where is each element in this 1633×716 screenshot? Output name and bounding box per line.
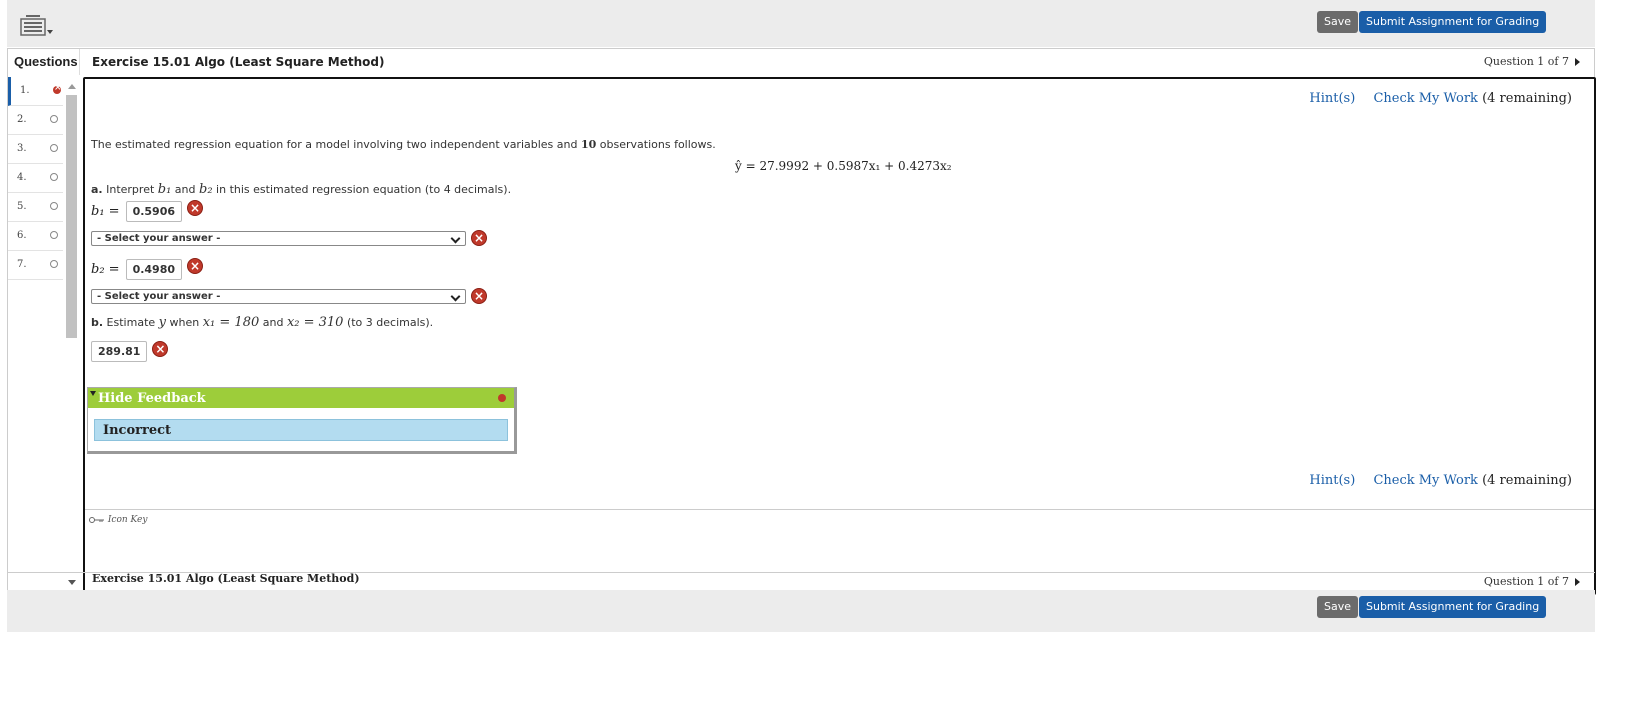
question-counter[interactable]: Question 1 of 7	[1484, 49, 1580, 75]
incorrect-icon: ×	[471, 288, 487, 304]
b2-interpretation-row: - Select your answer - ×	[91, 288, 487, 304]
key-icon	[89, 516, 104, 523]
b1-input[interactable]: 0.5906	[125, 201, 183, 222]
keyboard-icon[interactable]	[20, 13, 54, 39]
b1-row: b₁ = 0.5906 ×	[91, 199, 204, 222]
incorrect-icon: ×	[187, 199, 204, 216]
scroll-down-icon[interactable]	[68, 580, 76, 585]
part-b-input[interactable]: 289.81	[91, 341, 148, 362]
save-button[interactable]: Save	[1317, 11, 1359, 33]
scrollbar-thumb[interactable]	[66, 95, 77, 338]
check-my-work-link[interactable]: Check My Work	[1373, 91, 1478, 106]
b2-label: b₂ =	[91, 262, 120, 277]
incorrect-icon	[53, 83, 62, 94]
question-item-4[interactable]: 4.	[8, 164, 63, 193]
b2-row: b₂ = 0.4980 ×	[91, 257, 204, 280]
incorrect-icon: ×	[152, 340, 169, 357]
b1-interpretation-row: - Select your answer - ×	[91, 230, 487, 246]
footer-exercise-title: Exercise 15.01 Algo (Least Square Method…	[92, 572, 360, 585]
unanswered-icon	[50, 231, 58, 239]
unanswered-icon	[50, 115, 58, 123]
close-icon[interactable]	[498, 394, 506, 402]
feedback-toggle[interactable]: Hide Feedback	[88, 388, 514, 408]
scroll-up-icon[interactable]	[68, 84, 76, 89]
question-item-3[interactable]: 3.	[8, 135, 63, 164]
submit-button[interactable]: Submit Assignment for Grading	[1359, 596, 1547, 618]
top-toolbar: Save Submit Assignment for Grading	[7, 0, 1595, 47]
hints-link[interactable]: Hint(s)	[1309, 91, 1355, 106]
save-button[interactable]: Save	[1317, 596, 1359, 618]
remaining-count: (4 remaining)	[1482, 91, 1572, 106]
b2-interpretation-select[interactable]: - Select your answer -	[91, 288, 466, 304]
question-item-2[interactable]: 2.	[8, 106, 63, 135]
hints-link[interactable]: Hint(s)	[1309, 473, 1355, 488]
unanswered-icon	[50, 260, 58, 268]
b1-interpretation-select[interactable]: - Select your answer -	[91, 230, 466, 246]
chevron-down-icon	[450, 291, 461, 301]
hint-row-bottom: Hint(s) Check My Work (4 remaining)	[1295, 473, 1572, 488]
question-item-6[interactable]: 6.	[8, 222, 63, 251]
icon-key[interactable]: Icon Key	[89, 515, 147, 525]
exercise-title: Exercise 15.01 Algo (Least Square Method…	[92, 55, 385, 69]
question-stem: The estimated regression equation for a …	[91, 138, 716, 151]
chevron-down-icon	[450, 233, 461, 243]
next-arrow-icon[interactable]	[1575, 578, 1580, 586]
footer-question-counter-label: Question 1 of 7	[1483, 575, 1569, 588]
question-counter-label: Question 1 of 7	[1483, 55, 1569, 68]
unanswered-icon	[50, 173, 58, 181]
part-b-answer-row: 289.81 ×	[85, 340, 169, 362]
bottom-toolbar: Save Submit Assignment for Grading	[7, 590, 1595, 632]
feedback-result: Incorrect	[94, 419, 508, 441]
question-item-1[interactable]: 1.	[8, 77, 63, 106]
part-b-prompt: b. Estimate y when x₁ = 180 and x₂ = 310…	[91, 315, 434, 330]
footer-question-counter[interactable]: Question 1 of 7	[1484, 575, 1580, 588]
collapse-triangle-icon	[90, 391, 96, 396]
regression-equation: ŷ = 27.9992 + 0.5987x₁ + 0.4273x₂	[735, 159, 952, 173]
incorrect-icon: ×	[187, 257, 204, 274]
question-item-5[interactable]: 5.	[8, 193, 63, 222]
b2-input[interactable]: 0.4980	[125, 259, 183, 280]
hint-row-top: Hint(s) Check My Work (4 remaining)	[1295, 91, 1572, 106]
check-my-work-link[interactable]: Check My Work	[1373, 473, 1478, 488]
questions-header: Questions	[8, 49, 80, 75]
question-list: 1. 2. 3. 4. 5. 6. 7.	[8, 77, 63, 280]
part-a-prompt: a. Interpret b₁ and b₂ in this estimated…	[91, 182, 512, 197]
question-content: Hint(s) Check My Work (4 remaining) The …	[83, 77, 1596, 595]
b1-label: b₁ =	[91, 204, 120, 219]
unanswered-icon	[50, 202, 58, 210]
remaining-count: (4 remaining)	[1482, 473, 1572, 488]
incorrect-icon: ×	[471, 230, 487, 246]
unanswered-icon	[50, 144, 58, 152]
divider	[85, 509, 1594, 510]
feedback-panel: Hide Feedback Incorrect	[87, 387, 517, 454]
question-item-7[interactable]: 7.	[8, 251, 63, 280]
next-arrow-icon[interactable]	[1575, 58, 1580, 66]
submit-button[interactable]: Submit Assignment for Grading	[1359, 11, 1547, 33]
